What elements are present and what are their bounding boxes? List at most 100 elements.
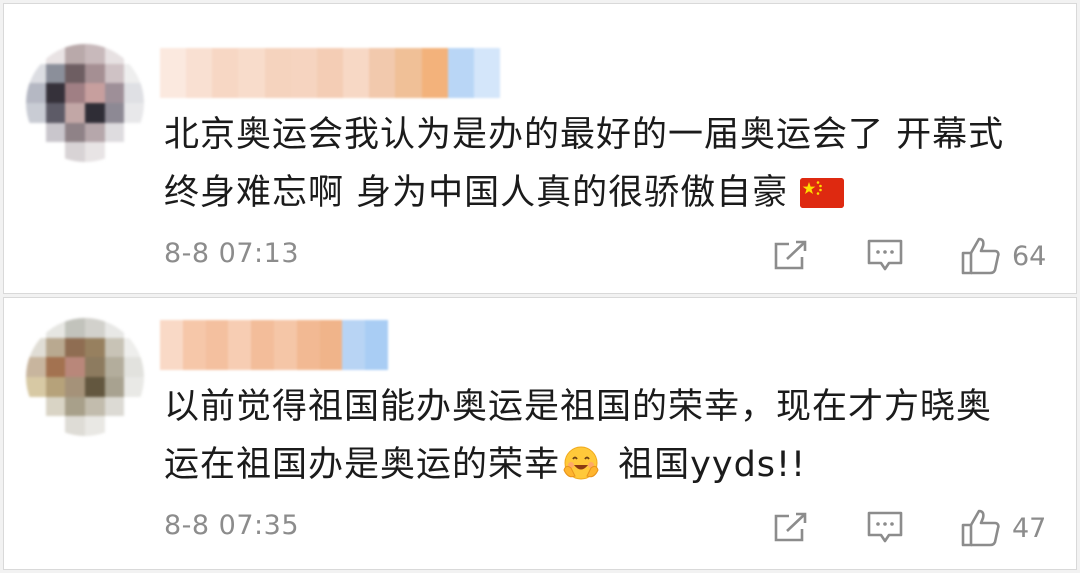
avatar-pixel (26, 396, 46, 417)
avatar-pixel (45, 337, 66, 358)
avatar-pixel (84, 83, 105, 103)
comment-card: 以前觉得祖国能办奥运是祖国的荣幸，现在才方晓奥 运在祖国办是奥运的荣幸 祖国yy… (3, 297, 1077, 570)
comment-text-line: 北京奥运会我认为是办的最好的一届奥运会了 开幕式 (164, 115, 1005, 155)
avatar-pixel (65, 44, 85, 64)
avatar-pixel (124, 83, 144, 103)
avatar-pixel (124, 396, 144, 417)
timestamp: 8-8 07:13 (164, 238, 299, 269)
avatar-pixel (84, 44, 105, 64)
username-pixel (473, 48, 501, 98)
avatar-pixel (26, 122, 46, 143)
comment-text: 以前觉得祖国能办奥运是祖国的荣幸，现在才方晓奥 运在祖国办是奥运的荣幸 祖国yy… (164, 378, 1036, 494)
avatar-pixel (124, 376, 144, 397)
avatar-pixel (104, 63, 125, 84)
like-button[interactable]: 64 (960, 236, 1046, 276)
comment-card: 北京奥运会我认为是办的最好的一届奥运会了 开幕式 终身难忘啊 身为中国人真的很骄… (3, 3, 1077, 294)
reply-button[interactable] (866, 236, 904, 276)
avatar-pixel (124, 337, 144, 358)
avatar-pixel (26, 63, 46, 84)
avatar-pixel (84, 376, 105, 397)
avatar-pixel (124, 63, 144, 84)
username-pixel (228, 320, 252, 370)
avatar-pixel (124, 102, 144, 123)
avatar-pixel (26, 83, 46, 103)
avatar-pixel (45, 83, 66, 103)
username-pixel (205, 320, 229, 370)
comment-text-line: 运在祖国办是奥运的荣幸 (164, 445, 561, 485)
avatar-pixel (124, 122, 144, 143)
china-flag-icon (800, 178, 845, 208)
username-pixel (316, 48, 344, 98)
like-button[interactable]: 47 (960, 508, 1046, 548)
username-pixel (238, 48, 265, 98)
avatar-pixel (84, 318, 105, 338)
avatar-pixel (26, 337, 46, 358)
like-count: 64 (1012, 240, 1047, 272)
avatar-pixel (84, 337, 105, 358)
avatar-pixel (65, 102, 85, 123)
username-pixel (186, 48, 213, 98)
avatar-pixel (26, 416, 46, 436)
avatar-pixel (26, 376, 46, 397)
avatar-pixel (104, 83, 125, 103)
comment-meta: 8-8 07:13 64 (164, 236, 1076, 276)
username-pixel (296, 320, 320, 370)
username-pixel (395, 48, 422, 98)
avatar-pixel (45, 44, 66, 64)
like-count: 47 (1012, 512, 1047, 544)
username-blurred[interactable] (160, 48, 501, 98)
reply-button[interactable] (866, 508, 904, 548)
username-pixel (212, 48, 239, 98)
username-pixel (343, 48, 370, 98)
username-pixel (160, 320, 183, 370)
share-edit-icon (774, 512, 807, 542)
avatar-pixel (124, 142, 144, 162)
avatar-pixel (45, 396, 66, 417)
share-button[interactable] (772, 236, 810, 276)
avatar-pixel (104, 337, 125, 358)
username-pixel (447, 48, 474, 98)
username-pixel (290, 48, 317, 98)
avatar-pixel (65, 63, 85, 84)
avatar-pixel (45, 416, 66, 436)
avatar[interactable] (26, 44, 144, 162)
timestamp: 8-8 07:35 (164, 510, 299, 541)
share-button[interactable] (772, 508, 810, 548)
avatar[interactable] (26, 318, 144, 436)
avatar-pixel (26, 318, 46, 338)
comment-text-tail: 祖国yyds!! (606, 445, 807, 485)
username-pixel (273, 320, 297, 370)
avatar-pixel (65, 83, 85, 103)
avatar-pixel (45, 122, 66, 143)
avatar-pixel (124, 357, 144, 377)
comment-feed: 北京奥运会我认为是办的最好的一届奥运会了 开幕式 终身难忘啊 身为中国人真的很骄… (0, 0, 1080, 573)
avatar-pixel (84, 142, 105, 162)
username-pixel (342, 320, 366, 370)
avatar-pixel (45, 376, 66, 397)
avatar-pixel (65, 396, 85, 417)
avatar-pixel (45, 357, 66, 377)
username-pixel (365, 320, 388, 370)
comment-text-line: 以前觉得祖国能办奥运是祖国的荣幸，现在才方晓奥 (164, 387, 993, 427)
avatar-pixel (104, 102, 125, 123)
avatar-pixel (104, 142, 125, 162)
username-blurred[interactable] (160, 320, 388, 370)
avatar-pixel (45, 63, 66, 84)
avatar-pixel (124, 318, 144, 338)
avatar-pixel (65, 142, 85, 162)
comment-meta: 8-8 07:35 47 (164, 508, 1076, 548)
share-edit-icon (774, 240, 807, 270)
avatar-pixel (84, 416, 105, 436)
avatar-pixel (84, 122, 105, 143)
avatar-pixel (26, 357, 46, 377)
avatar-pixel (45, 142, 66, 162)
avatar-pixel (104, 416, 125, 436)
comment-icon (867, 511, 903, 543)
avatar-pixel (104, 318, 125, 338)
avatar-pixel (84, 102, 105, 123)
avatar-pixel (104, 357, 125, 377)
thumbs-up-icon (961, 237, 1000, 275)
avatar-pixel (104, 396, 125, 417)
avatar-pixel (45, 318, 66, 338)
avatar-pixel (65, 416, 85, 436)
